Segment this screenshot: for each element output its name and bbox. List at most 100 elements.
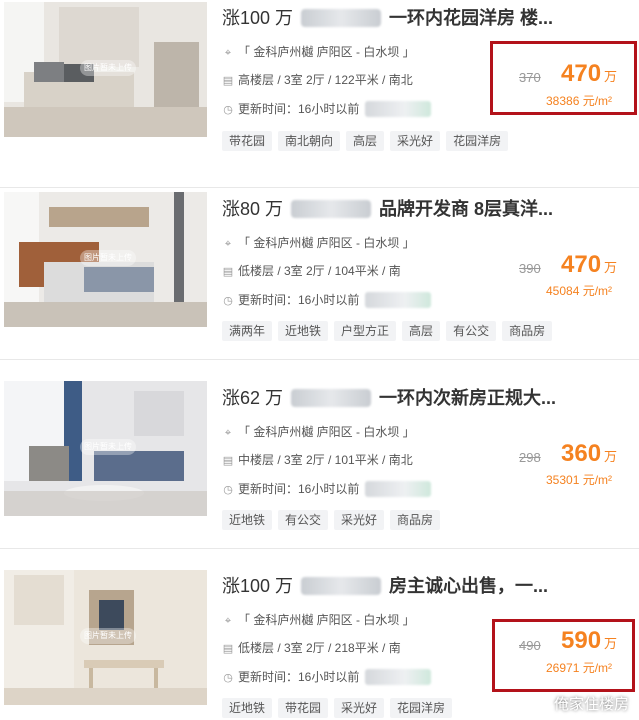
- update-row: ◷ 更新时间：16小时以前: [222, 668, 432, 685]
- blurred-text: [365, 481, 432, 497]
- blurred-text: [365, 292, 432, 308]
- feature-tag: 商品房: [502, 321, 553, 341]
- listing-card[interactable]: 图片暂未上传 涨100 万 房主诚心出售，一... ⌖ 「 金科庐州樾 庐阳区 - …: [0, 548, 639, 720]
- feature-tag: 采光好: [334, 510, 385, 530]
- price-rise-label: 涨100 万: [222, 8, 294, 28]
- listing-title[interactable]: 涨100 万 一环内花园洋房 楼...: [222, 4, 553, 30]
- blurred-text: [291, 389, 372, 407]
- clock-icon: ◷: [223, 295, 233, 307]
- image-placeholder-badge: 图片暂未上传: [80, 60, 136, 76]
- update-text: 更新时间：16小时以前: [238, 102, 360, 116]
- total-price-value: 470: [561, 60, 602, 87]
- floor-plan-icon: ▤: [222, 455, 234, 467]
- tag-list: 带花园 南北朝向 高层 采光好 花园洋房: [222, 131, 514, 151]
- location-row: ⌖ 「 金科庐州樾 庐阳区 - 白水坝 」: [222, 43, 415, 60]
- location-pin-icon: ⌖: [224, 47, 232, 59]
- feature-tag: 商品房: [390, 510, 441, 530]
- tag-list: 近地铁 带花园 采光好 花园洋房: [222, 698, 458, 718]
- total-price: 590 万: [561, 627, 617, 655]
- detail-row: ▤ 中楼层 / 3室 2厅 / 101平米 / 南北: [222, 451, 413, 468]
- listing-photo[interactable]: 图片暂未上传: [4, 381, 207, 516]
- update-row: ◷ 更新时间：16小时以前: [222, 100, 432, 117]
- floor-plan-icon: ▤: [222, 643, 234, 655]
- price-unit: 万: [604, 260, 618, 275]
- update-text: 更新时间：16小时以前: [238, 482, 360, 496]
- tag-list: 近地铁 有公交 采光好 商品房: [222, 510, 446, 530]
- location-text[interactable]: 「 金科庐州樾 庐阳区 - 白水坝 」: [238, 236, 415, 250]
- feature-tag: 带花园: [278, 698, 329, 718]
- update-row: ◷ 更新时间：16小时以前: [222, 291, 432, 308]
- previous-price: 298: [519, 450, 541, 465]
- detail-row: ▤ 低楼层 / 3室 2厅 / 218平米 / 南: [222, 639, 401, 656]
- detail-text: 中楼层 / 3室 2厅 / 101平米 / 南北: [238, 453, 413, 467]
- floor-plan-icon: ▤: [222, 75, 234, 87]
- update-row: ◷ 更新时间：16小时以前: [222, 480, 432, 497]
- total-price-value: 470: [561, 251, 602, 278]
- listing-headline: 一环内花园洋房 楼...: [389, 8, 554, 28]
- feature-tag: 花园洋房: [390, 698, 453, 718]
- feature-tag: 花园洋房: [446, 131, 509, 151]
- feature-tag: 有公交: [446, 321, 497, 341]
- listing-photo[interactable]: 图片暂未上传: [4, 192, 207, 327]
- listing-card[interactable]: 图片暂未上传 涨62 万 一环内次新房正规大... ⌖ 「 金科庐州樾 庐阳区 - …: [0, 359, 639, 549]
- feature-tag: 户型方正: [334, 321, 397, 341]
- blurred-text: [291, 200, 372, 218]
- total-price: 470 万: [561, 60, 617, 88]
- detail-text: 高楼层 / 3室 2厅 / 122平米 / 南北: [238, 73, 413, 87]
- clock-icon: ◷: [223, 104, 233, 116]
- feature-tag: 满两年: [222, 321, 273, 341]
- tag-list: 满两年 近地铁 户型方正 高层 有公交 商品房: [222, 321, 558, 341]
- previous-price: 390: [519, 261, 541, 276]
- update-text: 更新时间：16小时以前: [238, 670, 360, 684]
- listing-card[interactable]: 图片暂未上传 涨100 万 一环内花园洋房 楼... ⌖ 「 金科庐州樾 庐阳区 -…: [0, 0, 639, 188]
- price-unit: 万: [604, 636, 618, 651]
- listing-headline: 一环内次新房正规大...: [379, 388, 557, 408]
- detail-text: 低楼层 / 3室 2厅 / 218平米 / 南: [238, 641, 401, 655]
- total-price: 470 万: [561, 251, 617, 279]
- unit-price: 38386 元/m²: [546, 94, 613, 108]
- location-pin-icon: ⌖: [224, 427, 232, 439]
- feature-tag: 近地铁: [222, 510, 273, 530]
- feature-tag: 近地铁: [222, 698, 273, 718]
- total-price-value: 590: [561, 627, 602, 654]
- listing-title[interactable]: 涨80 万 品牌开发商 8层真洋...: [222, 195, 553, 221]
- location-text[interactable]: 「 金科庐州樾 庐阳区 - 白水坝 」: [238, 45, 415, 59]
- image-placeholder-badge: 图片暂未上传: [80, 628, 136, 644]
- clock-icon: ◷: [223, 484, 233, 496]
- price-rise-label: 涨62 万: [222, 388, 284, 408]
- feature-tag: 近地铁: [278, 321, 329, 341]
- price-rise-label: 涨100 万: [222, 576, 294, 596]
- feature-tag: 高层: [346, 131, 385, 151]
- total-price: 360 万: [561, 440, 617, 468]
- unit-price: 35301 元/m²: [546, 473, 613, 487]
- feature-tag: 采光好: [334, 698, 385, 718]
- feature-tag: 有公交: [278, 510, 329, 530]
- location-pin-icon: ⌖: [224, 615, 232, 627]
- blurred-text: [365, 101, 432, 117]
- unit-price: 45084 元/m²: [546, 284, 613, 298]
- blurred-text: [365, 669, 432, 685]
- location-text[interactable]: 「 金科庐州樾 庐阳区 - 白水坝 」: [238, 613, 415, 627]
- price-unit: 万: [604, 69, 618, 84]
- update-text: 更新时间：16小时以前: [238, 293, 360, 307]
- price-unit: 万: [604, 449, 618, 464]
- watermark: 俺家住楼房: [553, 696, 629, 713]
- detail-text: 低楼层 / 3室 2厅 / 104平米 / 南: [238, 264, 401, 278]
- listing-photo[interactable]: 图片暂未上传: [4, 2, 207, 137]
- feature-tag: 带花园: [222, 131, 273, 151]
- previous-price: 490: [519, 638, 541, 653]
- listing-card[interactable]: 图片暂未上传 涨80 万 品牌开发商 8层真洋... ⌖ 「 金科庐州樾 庐阳区 -…: [0, 170, 639, 360]
- price-rise-label: 涨80 万: [222, 199, 284, 219]
- listing-title[interactable]: 涨62 万 一环内次新房正规大...: [222, 384, 556, 410]
- previous-price: 370: [519, 70, 541, 85]
- location-text[interactable]: 「 金科庐州樾 庐阳区 - 白水坝 」: [238, 425, 415, 439]
- floor-plan-icon: ▤: [222, 266, 234, 278]
- unit-price: 26971 元/m²: [546, 661, 613, 675]
- blurred-text: [301, 577, 382, 595]
- listing-title[interactable]: 涨100 万 房主诚心出售，一...: [222, 572, 548, 598]
- listing-headline: 品牌开发商 8层真洋...: [379, 199, 554, 219]
- feature-tag: 南北朝向: [278, 131, 341, 151]
- location-row: ⌖ 「 金科庐州樾 庐阳区 - 白水坝 」: [222, 423, 415, 440]
- listing-photo[interactable]: 图片暂未上传: [4, 570, 207, 705]
- blurred-text: [301, 9, 382, 27]
